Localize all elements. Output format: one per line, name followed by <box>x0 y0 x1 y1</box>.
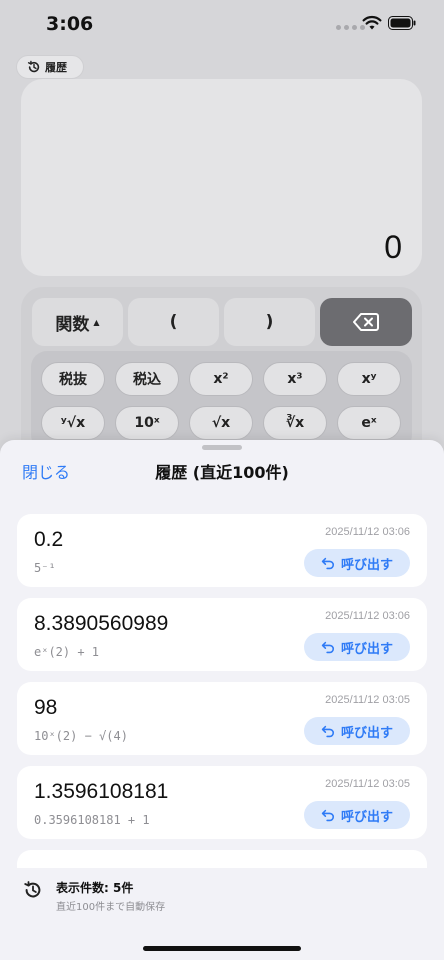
history-button-label: 履歴 <box>45 61 67 74</box>
entry-result: 1.3596108181 <box>34 780 169 803</box>
history-sheet: 閉じる 履歴 (直近100件) 0.2 5⁻¹ 2025/11/12 03:06… <box>0 440 444 960</box>
recall-button-label: 呼び出す <box>340 641 393 657</box>
key-label: 税込 <box>133 372 161 388</box>
backspace-icon <box>353 313 379 331</box>
key-label: x² <box>213 371 229 387</box>
entry-result: 8.3890560989 <box>34 612 169 635</box>
sheet-grabber[interactable] <box>202 445 242 450</box>
recall-button-label: 呼び出す <box>340 557 393 573</box>
cube-key[interactable]: x³ <box>263 362 327 396</box>
close-paren-key[interactable]: ) <box>224 298 315 346</box>
entry-date: 2025/11/12 03:06 <box>325 526 410 538</box>
key-label: eˣ <box>361 415 377 431</box>
entry-date: 2025/11/12 03:06 <box>325 610 410 622</box>
open-paren-key[interactable]: ( <box>128 298 219 346</box>
recall-button[interactable]: 呼び出す <box>304 549 410 577</box>
key-label: ∛x <box>285 415 305 431</box>
key-label: x³ <box>287 371 303 387</box>
functions-menu-button[interactable]: 関数 ▲ <box>32 298 123 346</box>
entry-expression: eˣ(2) + 1 <box>34 645 100 659</box>
status-bar: 3:06 <box>0 0 444 50</box>
entry-expression: 0.3596108181 + 1 <box>34 813 150 827</box>
square-key[interactable]: x² <box>189 362 253 396</box>
tax-exclusive-key[interactable]: 税抜 <box>41 362 105 396</box>
nth-root-key[interactable]: ʸ√x <box>41 406 105 440</box>
key-label: 10ˣ <box>134 415 160 431</box>
undo-arrow-icon <box>321 557 335 570</box>
history-button[interactable]: 履歴 <box>16 55 84 79</box>
entry-expression: 10ˣ(2) − √(4) <box>34 729 128 743</box>
history-entry: 0.2 5⁻¹ 2025/11/12 03:06 呼び出す <box>17 514 427 587</box>
functions-menu-label: 関数 <box>55 314 90 335</box>
recall-button[interactable]: 呼び出す <box>304 633 410 661</box>
key-label: ʸ√x <box>60 415 86 431</box>
history-entry: 98 10ˣ(2) − √(4) 2025/11/12 03:05 呼び出す <box>17 682 427 755</box>
undo-arrow-icon <box>321 725 335 738</box>
history-icon <box>27 60 40 73</box>
exp-key[interactable]: eˣ <box>337 406 401 440</box>
recall-button[interactable]: 呼び出す <box>304 717 410 745</box>
autosave-note: 直近100件まで自動保存 <box>56 902 166 913</box>
undo-arrow-icon <box>321 641 335 654</box>
history-icon <box>24 881 41 898</box>
status-time: 3:06 <box>46 13 94 35</box>
entry-result: 0.2 <box>34 528 64 551</box>
history-entry: 8.3890560989 eˣ(2) + 1 2025/11/12 03:06 … <box>17 598 427 671</box>
battery-icon <box>388 16 416 30</box>
key-label: 税抜 <box>59 372 87 388</box>
home-indicator <box>143 946 301 951</box>
triangle-up-icon: ▲ <box>93 317 100 327</box>
open-paren-label: ( <box>169 312 178 332</box>
square-root-key[interactable]: √x <box>189 406 253 440</box>
history-entry: 1.3596108181 0.3596108181 + 1 2025/11/12… <box>17 766 427 839</box>
display-count: 表示件数: 5件 <box>56 881 134 895</box>
display-value: 0 <box>384 229 402 265</box>
recall-button[interactable]: 呼び出す <box>304 801 410 829</box>
cube-root-key[interactable]: ∛x <box>263 406 327 440</box>
sheet-title: 履歴 (直近100件) <box>155 463 289 482</box>
history-footer: 表示件数: 5件 直近100件まで自動保存 <box>0 868 444 960</box>
entry-expression: 5⁻¹ <box>34 561 56 575</box>
key-label: xʸ <box>361 371 377 387</box>
recall-button-label: 呼び出す <box>340 809 393 825</box>
backspace-key[interactable] <box>320 298 412 346</box>
entry-date: 2025/11/12 03:05 <box>325 694 410 706</box>
entry-date: 2025/11/12 03:05 <box>325 778 410 790</box>
undo-arrow-icon <box>321 809 335 822</box>
tax-inclusive-key[interactable]: 税込 <box>115 362 179 396</box>
power-key[interactable]: xʸ <box>337 362 401 396</box>
entry-result: 98 <box>34 696 58 719</box>
ten-power-key[interactable]: 10ˣ <box>115 406 179 440</box>
close-paren-label: ) <box>265 312 274 332</box>
recall-button-label: 呼び出す <box>340 725 393 741</box>
signal-dots-icon <box>336 25 365 30</box>
calculator-display: 0 <box>21 79 422 276</box>
key-label: √x <box>211 415 231 431</box>
wifi-icon <box>362 15 382 30</box>
